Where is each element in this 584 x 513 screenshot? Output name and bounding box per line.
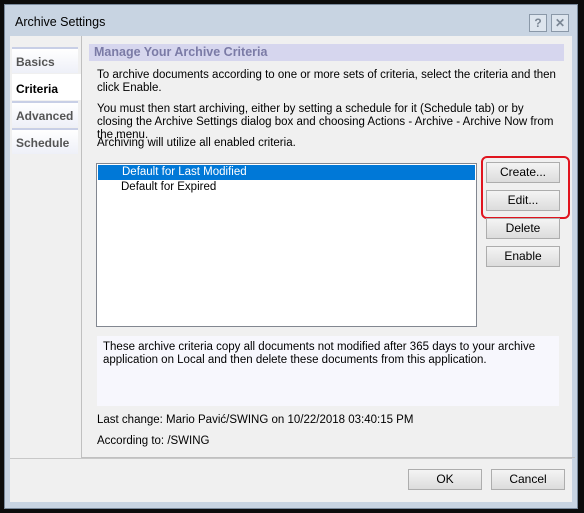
tab-advanced[interactable]: Advanced: [12, 101, 78, 127]
divider: [10, 458, 572, 459]
criteria-description: These archive criteria copy all document…: [97, 336, 559, 406]
list-item[interactable]: Default for Expired: [97, 180, 476, 195]
ok-button[interactable]: OK: [408, 469, 482, 490]
help-button[interactable]: ?: [529, 14, 547, 32]
edit-button[interactable]: Edit...: [486, 190, 560, 211]
instructions-3: Archiving will utilize all enabled crite…: [97, 137, 296, 149]
archive-settings-dialog: Archive Settings ? ✕ Basics Criteria Adv…: [4, 4, 578, 509]
delete-button[interactable]: Delete: [486, 218, 560, 239]
dialog-body: Basics Criteria Advanced Schedule Manage…: [10, 36, 575, 502]
according-to: According to: /SWING: [97, 435, 210, 447]
list-item[interactable]: Default for Last Modified: [98, 165, 475, 180]
tab-basics[interactable]: Basics: [12, 47, 78, 73]
enable-button[interactable]: Enable: [486, 246, 560, 267]
create-button[interactable]: Create...: [486, 162, 560, 183]
instructions-1: To archive documents according to one or…: [97, 69, 556, 94]
tab-criteria[interactable]: Criteria: [12, 74, 82, 100]
criteria-list[interactable]: Default for Last Modified Default for Ex…: [96, 163, 477, 327]
window-title: Archive Settings: [15, 15, 106, 29]
tab-schedule[interactable]: Schedule: [12, 128, 78, 154]
cancel-button[interactable]: Cancel: [491, 469, 565, 490]
last-change: Last change: Mario Pavić/SWING on 10/22/…: [97, 414, 414, 426]
section-heading: Manage Your Archive Criteria: [89, 44, 564, 61]
close-button[interactable]: ✕: [551, 14, 569, 32]
